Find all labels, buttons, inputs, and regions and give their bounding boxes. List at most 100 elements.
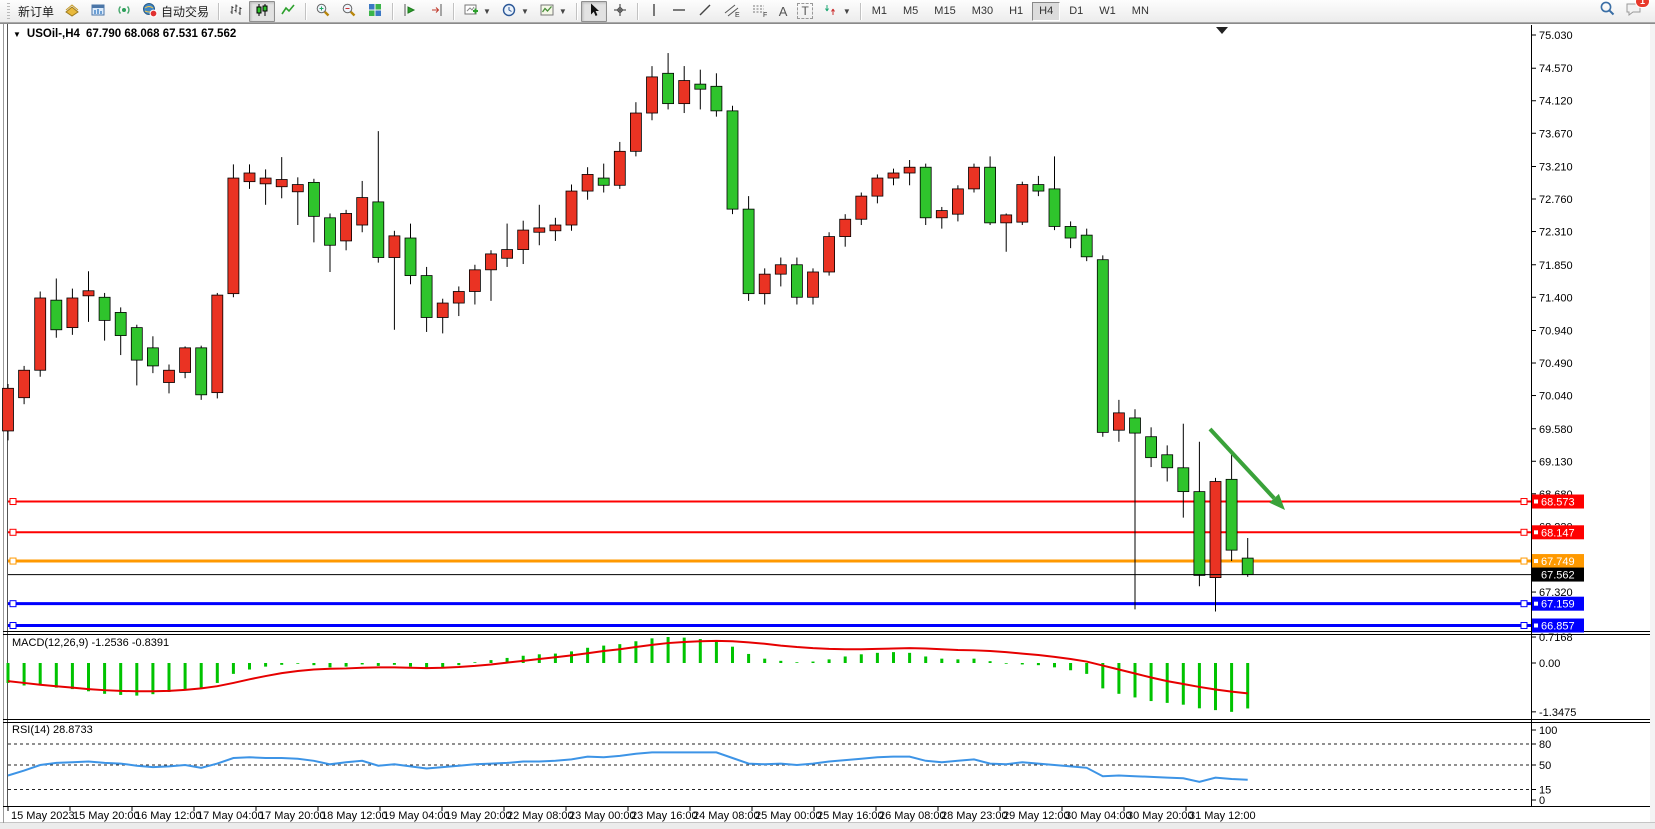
timeframe-M15[interactable]: M15 [927,2,962,21]
svg-text:28 May 23:00: 28 May 23:00 [941,810,1008,822]
svg-text:15 May 20:00: 15 May 20:00 [73,810,140,822]
svg-text:72.760: 72.760 [1539,194,1573,206]
timeframe-M1[interactable]: M1 [865,2,894,21]
price-list-button[interactable] [59,1,85,22]
cursor-button[interactable] [581,1,607,22]
zoom-out-button[interactable] [336,1,362,22]
template-button[interactable]: ▼ [534,1,572,22]
svg-text:26 May 08:00: 26 May 08:00 [879,810,946,822]
template-icon [539,2,555,21]
vertical-line-button[interactable] [642,1,666,22]
macd-values: -1.2536 -0.8391 [91,637,169,649]
price-chart-canvas[interactable]: 75.03074.57074.12073.67073.21072.76072.3… [0,0,1655,829]
broadcast-button[interactable] [111,1,137,22]
svg-text:30 May 04:00: 30 May 04:00 [1065,810,1132,822]
equidistant-channel-button[interactable]: E [718,1,746,22]
timeframe-H4[interactable]: H4 [1032,2,1060,21]
candlestick-chart-button[interactable] [249,1,275,22]
svg-text:69.130: 69.130 [1539,456,1573,468]
timeframe-group: M1M5M15M30H1H4D1W1MN [865,2,1156,21]
svg-text:30 May 20:00: 30 May 20:00 [1127,810,1194,822]
timeframe-H1[interactable]: H1 [1002,2,1030,21]
new-chart-button[interactable]: ▼ [458,1,496,22]
horizontal-line-icon [671,2,687,21]
svg-text:67.749: 67.749 [1541,556,1575,568]
line-chart-button[interactable] [275,1,301,22]
rsi-label: RSI(14) 28.8733 [12,724,93,736]
text-label-icon: T [797,3,812,19]
notifications-button[interactable]: 1 [1625,1,1643,22]
text-tool-button[interactable]: A [774,1,793,22]
zoom-out-icon [341,2,357,21]
svg-text:71.400: 71.400 [1539,292,1573,304]
chevron-down-icon: ▼ [843,7,851,16]
svg-text:17 May 04:00: 17 May 04:00 [197,810,264,822]
horizontal-line-button[interactable] [666,1,692,22]
chevron-down-icon: ▼ [521,7,529,16]
svg-text:0: 0 [1539,795,1545,807]
svg-text:68.147: 68.147 [1541,527,1575,539]
svg-text:73.210: 73.210 [1539,161,1573,173]
periodicity-button[interactable]: ▼ [496,1,534,22]
toolbar-grip[interactable] [7,3,10,19]
auto-scroll-button[interactable] [397,1,423,22]
ohlc-values: 67.790 68.068 67.531 67.562 [86,28,236,40]
timeframe-M5[interactable]: M5 [896,2,925,21]
search-icon[interactable] [1599,0,1616,22]
main-toolbar: 新订单 自动交易 ▼ ▼ [0,0,1655,23]
chart-title: ▼ USOil-,H4 67.790 68.068 67.531 67.562 [13,28,236,40]
toolbar-separator [305,3,306,20]
equidistant-channel-icon: E [723,2,741,21]
rsi-name: RSI(14) [12,724,50,736]
cursor-icon [586,2,602,21]
notification-badge: 1 [1635,0,1650,8]
timeframe-D1[interactable]: D1 [1062,2,1090,21]
toolbar-separator [453,3,454,20]
fibonacci-button[interactable]: F [746,1,774,22]
svg-text:25 May 00:00: 25 May 00:00 [755,810,822,822]
fibonacci-icon: F [751,2,769,21]
timeframe-MN[interactable]: MN [1125,2,1156,21]
svg-text:80: 80 [1539,739,1551,751]
svg-text:70.040: 70.040 [1539,391,1573,403]
trendline-button[interactable] [692,1,718,22]
new-order-button[interactable]: 新订单 [13,1,59,22]
svg-text:31 May 12:00: 31 May 12:00 [1189,810,1256,822]
svg-text:66.857: 66.857 [1541,620,1575,632]
tile-windows-button[interactable] [362,1,388,22]
svg-text:67.562: 67.562 [1541,570,1575,582]
auto-trading-label: 自动交易 [161,3,209,20]
svg-text:70.940: 70.940 [1539,326,1573,338]
market-watch-button[interactable] [85,1,111,22]
chart-shift-button[interactable] [423,1,449,22]
svg-text:75.030: 75.030 [1539,30,1573,42]
svg-text:0.00: 0.00 [1539,658,1560,670]
symbol-dropdown-icon[interactable]: ▼ [13,30,21,39]
svg-text:-1.3475: -1.3475 [1539,707,1576,719]
clock-icon [501,2,517,21]
svg-text:18 May 12:00: 18 May 12:00 [321,810,388,822]
zoom-in-button[interactable] [310,1,336,22]
svg-text:24 May 08:00: 24 May 08:00 [693,810,760,822]
svg-text:68.573: 68.573 [1541,497,1575,509]
bar-chart-button[interactable] [223,1,249,22]
timeframe-M30[interactable]: M30 [965,2,1000,21]
chevron-down-icon: ▼ [559,7,567,16]
svg-text:69.580: 69.580 [1539,424,1573,436]
chart-shift-icon [428,2,444,21]
auto-trading-button[interactable]: 自动交易 [137,1,214,22]
arrows-tool-button[interactable]: ▼ [818,1,856,22]
auto-scroll-icon [402,2,418,21]
line-chart-icon [280,2,296,21]
chevron-down-icon: ▼ [483,7,491,16]
timeframe-W1[interactable]: W1 [1092,2,1123,21]
crosshair-button[interactable] [607,1,633,22]
svg-text:25 May 16:00: 25 May 16:00 [817,810,884,822]
auto-trading-icon [142,2,158,21]
text-tool-icon: A [779,4,788,19]
svg-text:71.850: 71.850 [1539,260,1573,272]
text-label-button[interactable]: T [792,1,817,22]
toolbar-separator [637,3,638,20]
svg-text:22 May 08:00: 22 May 08:00 [507,810,574,822]
arrows-tool-icon [823,2,839,21]
